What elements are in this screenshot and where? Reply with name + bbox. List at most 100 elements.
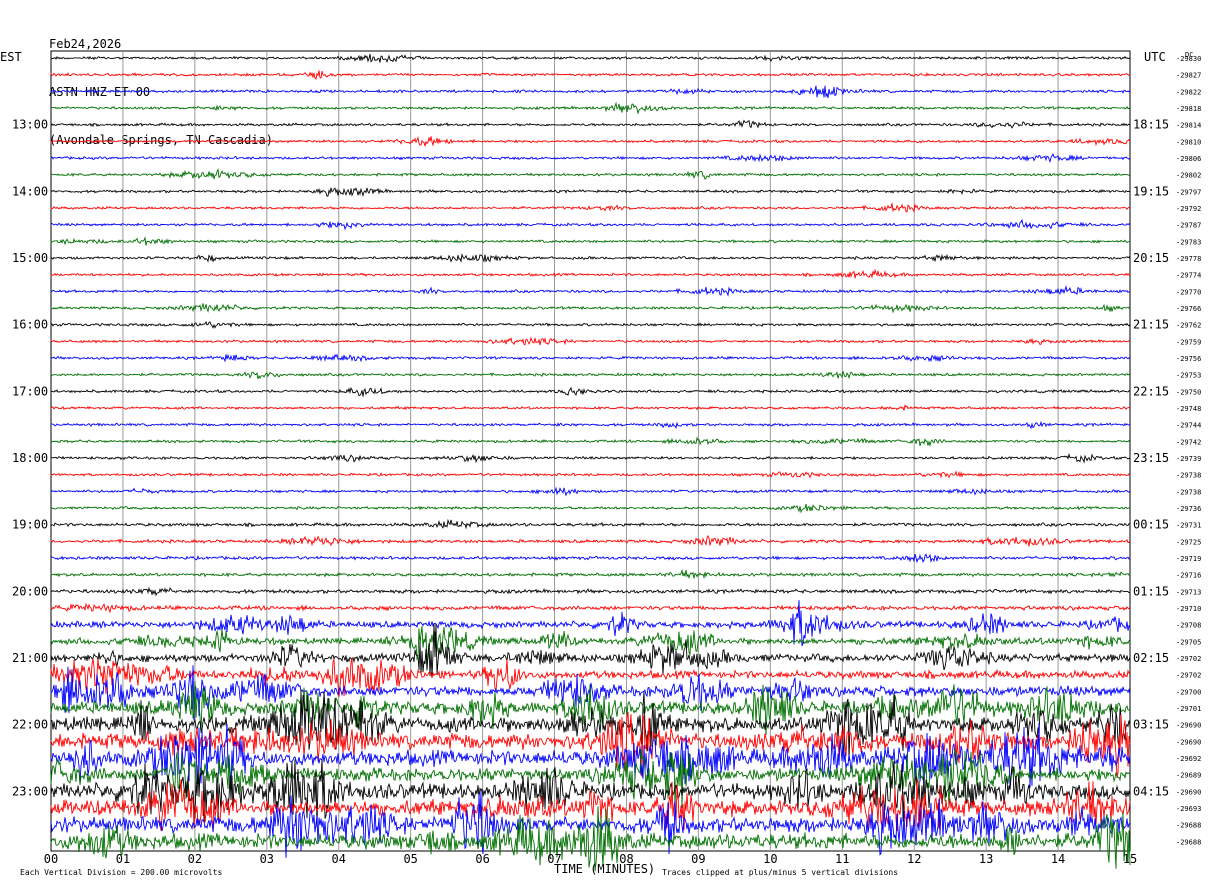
- dc-offset-10: -29787: [1176, 222, 1201, 230]
- dc-offset-32: -29713: [1176, 588, 1201, 596]
- trace-24: [50, 452, 1131, 464]
- left-hour-label-6: 19:00: [12, 518, 48, 532]
- seismogram-chart: EST UTC DC 13:0014:0015:0016:0017:0018:0…: [0, 50, 1201, 877]
- dc-offset-35: -29705: [1176, 638, 1201, 646]
- dc-offset-34: -29708: [1176, 622, 1201, 630]
- trace-31: [50, 568, 1131, 580]
- right-hour-label-3: 21:15: [1133, 318, 1169, 332]
- dc-offset-24: -29739: [1176, 455, 1201, 463]
- dc-offset-26: -29738: [1176, 488, 1201, 496]
- x-tick-4: 04: [332, 852, 346, 866]
- trace-23: [50, 436, 1131, 448]
- left-timezone-label: EST: [0, 50, 22, 64]
- trace-32: [50, 586, 1131, 597]
- dc-offset-5: -29810: [1176, 138, 1201, 146]
- trace-6: [50, 153, 1131, 164]
- dc-offset-15: -29766: [1176, 305, 1201, 313]
- right-hour-label-5: 23:15: [1133, 451, 1169, 465]
- x-tick-3: 03: [260, 852, 274, 866]
- trace-25: [50, 470, 1131, 479]
- x-tick-12: 12: [907, 852, 921, 866]
- trace-14: [50, 284, 1131, 297]
- x-tick-6: 06: [475, 852, 489, 866]
- left-hour-label-7: 20:00: [12, 584, 48, 598]
- right-timezone-label: UTC: [1144, 50, 1166, 64]
- trace-36: [50, 623, 1131, 677]
- dc-offset-9: -29792: [1176, 205, 1201, 213]
- dc-offset-44: -29690: [1176, 788, 1201, 796]
- dc-offset-30: -29719: [1176, 555, 1201, 563]
- left-hour-label-4: 17:00: [12, 384, 48, 398]
- right-hour-labels: 18:15 19:15 20:15 21:15 22:15 23:15 00:15 01:15…: [1133, 118, 1169, 799]
- trace-33: [50, 602, 1131, 614]
- trace-1: [50, 70, 1131, 80]
- trace-22: [50, 420, 1131, 430]
- trace-21: [50, 404, 1131, 411]
- footer-scale-note: Each Vertical Division = 200.00 microvol…: [20, 868, 222, 877]
- dc-offset-27: -29736: [1176, 505, 1201, 513]
- trace-19: [50, 371, 1131, 380]
- right-hour-label-8: 02:15: [1133, 651, 1169, 665]
- dc-offset-18: -29756: [1176, 355, 1201, 363]
- trace-18: [50, 353, 1131, 363]
- trace-12: [50, 253, 1131, 264]
- dc-offset-1: -29827: [1176, 72, 1201, 80]
- left-hour-labels: 13:00 14:00 15:00 16:00 17:00 18:00 19:00 20:00…: [12, 118, 48, 799]
- trace-10: [50, 218, 1131, 231]
- dc-offset-46: -29688: [1176, 822, 1201, 830]
- dc-offset-47: -29688: [1176, 838, 1201, 846]
- x-tick-0: 00: [44, 852, 58, 866]
- x-tick-11: 11: [835, 852, 849, 866]
- dc-offset-labels: -29830 -29827 -29822 -29818 -29814 -29810 -298…: [1176, 55, 1201, 846]
- x-tick-13: 13: [979, 852, 993, 866]
- plot-frame: [50, 50, 1131, 852]
- dc-offset-16: -29762: [1176, 322, 1201, 330]
- dc-offset-14: -29770: [1176, 288, 1201, 296]
- trace-20: [50, 386, 1131, 397]
- left-hour-label-10: 23:00: [12, 784, 48, 798]
- dc-offset-4: -29814: [1176, 122, 1201, 130]
- dc-offset-21: -29748: [1176, 405, 1201, 413]
- dc-offset-38: -29700: [1176, 688, 1201, 696]
- dc-offset-13: -29774: [1176, 272, 1201, 280]
- left-hour-label-1: 14:00: [12, 184, 48, 198]
- right-hour-label-6: 00:15: [1133, 518, 1169, 532]
- dc-offset-20: -29750: [1176, 388, 1201, 396]
- trace-3: [50, 101, 1131, 114]
- trace-7: [50, 168, 1131, 180]
- x-axis-label: TIME (MINUTES): [554, 862, 655, 876]
- left-hour-label-0: 13:00: [12, 118, 48, 132]
- dc-offset-22: -29744: [1176, 422, 1201, 430]
- trace-4: [50, 119, 1131, 129]
- x-tick-2: 02: [188, 852, 202, 866]
- x-tick-15: 15: [1123, 852, 1137, 866]
- left-hour-label-2: 15:00: [12, 251, 48, 265]
- dc-offset-12: -29778: [1176, 255, 1201, 263]
- left-hour-label-5: 18:00: [12, 451, 48, 465]
- dc-offset-2: -29822: [1176, 88, 1201, 96]
- left-hour-label-3: 16:00: [12, 318, 48, 332]
- dc-offset-17: -29759: [1176, 338, 1201, 346]
- dc-offset-39: -29701: [1176, 705, 1201, 713]
- dc-offset-7: -29802: [1176, 172, 1201, 180]
- trace-2: [50, 85, 1131, 99]
- x-tick-14: 14: [1051, 852, 1065, 866]
- dc-offset-0: -29830: [1176, 55, 1201, 63]
- trace-group: [50, 54, 1131, 872]
- trace-11: [50, 236, 1131, 246]
- minute-gridlines: [122, 51, 1059, 851]
- trace-13: [50, 268, 1131, 279]
- x-tick-10: 10: [763, 852, 777, 866]
- trace-28: [50, 518, 1131, 530]
- trace-5: [50, 136, 1131, 147]
- left-hour-label-9: 22:00: [12, 718, 48, 732]
- right-hour-label-0: 18:15: [1133, 118, 1169, 132]
- trace-30: [50, 553, 1131, 564]
- x-tick-5: 05: [403, 852, 417, 866]
- dc-offset-45: -29693: [1176, 805, 1201, 813]
- right-hour-label-10: 04:15: [1133, 784, 1169, 798]
- right-hour-label-4: 22:15: [1133, 384, 1169, 398]
- right-hour-label-9: 03:15: [1133, 718, 1169, 732]
- dc-offset-31: -29716: [1176, 572, 1201, 580]
- trace-0: [50, 54, 1131, 63]
